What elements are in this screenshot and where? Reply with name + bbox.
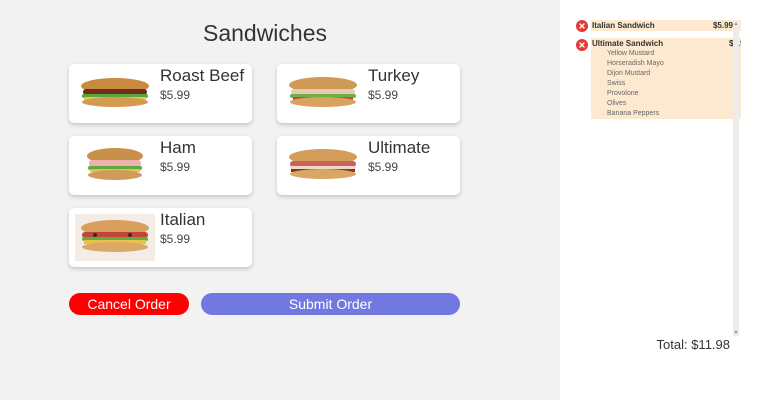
topping-item: Olives — [607, 100, 627, 107]
topping-item: Banana Peppers — [607, 110, 660, 117]
topping-item: Dijon Mustard — [607, 70, 651, 77]
order-total: Total: $11.98 — [656, 337, 730, 352]
menu-panel: Sandwiches Roast Beef $5.99 Turkey $5.99 — [0, 0, 560, 400]
menu-item-italian[interactable]: Italian $5.99 — [69, 208, 252, 267]
roast-beef-sandwich-image — [75, 70, 155, 117]
menu-item-roast-beef[interactable]: Roast Beef $5.99 — [69, 64, 252, 123]
close-icon — [579, 42, 585, 48]
order-item-name: Ultimate Sandwich — [592, 39, 664, 48]
menu-item-ultimate[interactable]: Ultimate $5.99 — [277, 136, 460, 195]
order-item-header: Italian Sandwich $5.99 — [575, 20, 741, 32]
page-title: Sandwiches — [202, 20, 328, 46]
order-item-italian: Italian Sandwich $5.99 — [575, 20, 741, 32]
menu-item-price: $5.99 — [160, 232, 191, 246]
order-item-ultimate: Ultimate Sandwich $5.99 Yellow Mustard H… — [575, 38, 741, 119]
menu-item-turkey[interactable]: Turkey $5.99 — [277, 64, 460, 123]
topping-item: Provolone — [607, 90, 639, 97]
order-list: Italian Sandwich $5.99 Ultimate Sandwich… — [575, 20, 741, 334]
menu-item-ham[interactable]: Ham $5.99 — [69, 136, 252, 195]
order-item-price: $5.99 — [712, 21, 733, 30]
menu-item-price: $5.99 — [368, 160, 399, 174]
menu-item-price: $5.99 — [160, 88, 191, 102]
order-scrollbar[interactable]: ▲ ▼ — [733, 22, 739, 336]
menu-item-price: $5.99 — [160, 160, 191, 174]
menu-item-name: Roast Beef — [160, 66, 245, 85]
order-item-body: Ultimate Sandwich $5.99 Yellow Mustard H… — [591, 38, 741, 119]
scroll-up-icon[interactable]: ▲ — [733, 22, 739, 27]
scroll-down-icon[interactable]: ▼ — [733, 331, 739, 336]
cancel-order-button[interactable]: Cancel Order — [69, 293, 189, 315]
menu-item-name: Ham — [160, 138, 196, 157]
remove-item-button[interactable] — [576, 20, 588, 32]
italian-sandwich-image — [75, 214, 155, 261]
order-panel: Italian Sandwich $5.99 Ultimate Sandwich… — [560, 0, 760, 400]
submit-order-button[interactable]: Submit Order — [201, 293, 460, 315]
menu-item-name: Ultimate — [368, 138, 431, 157]
menu-item-name: Italian — [160, 210, 206, 229]
turkey-sandwich-image — [283, 70, 363, 117]
ultimate-sandwich-image — [283, 142, 363, 189]
topping-item: Swiss — [607, 80, 626, 87]
remove-item-button[interactable] — [576, 39, 588, 51]
menu-item-name: Turkey — [368, 66, 420, 85]
topping-item: Yellow Mustard — [607, 50, 655, 57]
close-icon — [579, 23, 585, 29]
ham-sandwich-image — [75, 142, 155, 189]
topping-item: Horseradish Mayo — [607, 60, 664, 67]
menu-item-price: $5.99 — [368, 88, 399, 102]
